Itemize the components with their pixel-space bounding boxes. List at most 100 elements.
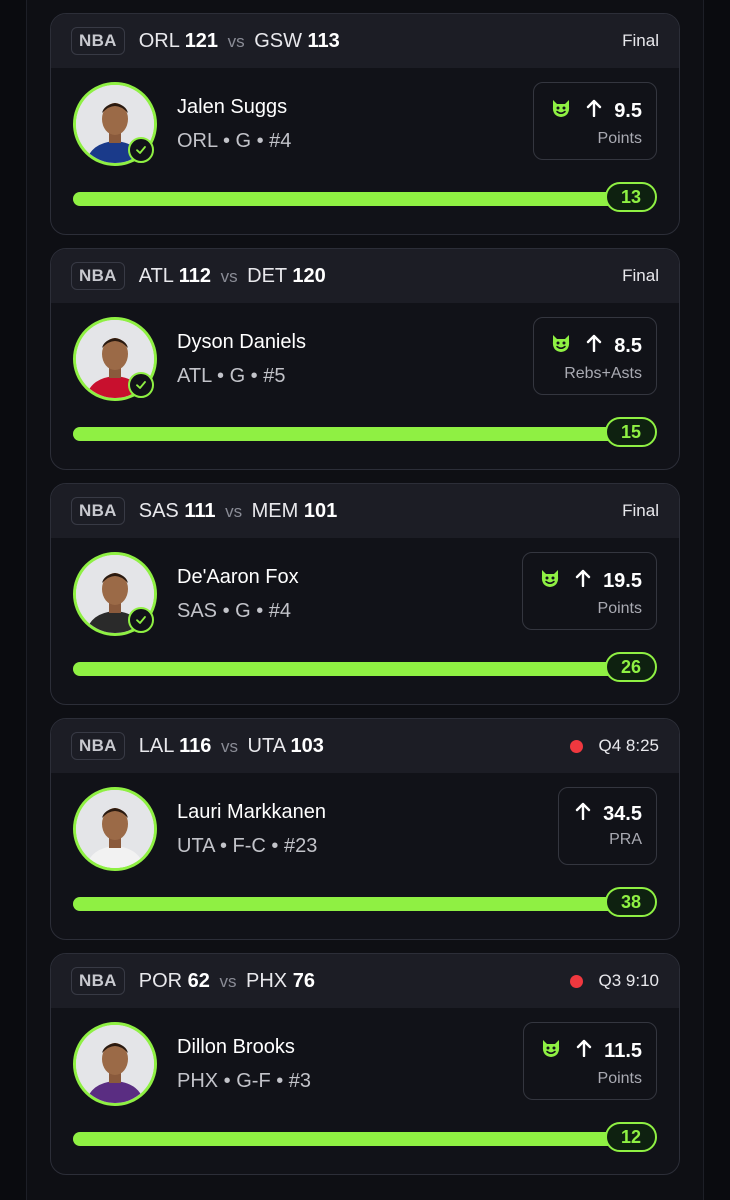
verified-check-icon xyxy=(128,137,154,163)
game-status-text: Final xyxy=(622,31,659,50)
left-edge xyxy=(0,0,27,1200)
arrow-up-icon xyxy=(575,569,591,593)
imp-face-icon xyxy=(550,97,572,125)
away-score: 116 xyxy=(179,734,212,757)
arrow-up-icon xyxy=(576,1039,592,1063)
arrow-up-icon xyxy=(586,99,602,123)
game-status-text: Final xyxy=(622,266,659,285)
prop-stat-type: PRA xyxy=(609,831,642,848)
away-team: POR xyxy=(138,969,183,992)
pick-card[interactable]: NBA POR 62 vs PHX 76 Q3 9:10 Dillon Broo… xyxy=(50,953,680,1175)
progress-fill xyxy=(73,427,629,441)
away-team: ORL xyxy=(138,29,180,52)
player-meta: UTA • F-C • #23 xyxy=(177,835,318,857)
game-status: Final xyxy=(622,266,659,286)
pick-card[interactable]: NBA ATL 112 vs DET 120 Final Dyson Danie… xyxy=(50,248,680,470)
imp-face-icon xyxy=(539,567,561,595)
player-headshot xyxy=(76,1025,154,1103)
pick-list: NBA ORL 121 vs GSW 113 Final Jalen Suggs… xyxy=(50,13,680,1188)
player-name[interactable]: Dillon Brooks xyxy=(177,1036,295,1059)
right-edge xyxy=(703,0,730,1200)
prop-stat-type: Points xyxy=(597,600,642,617)
prop-line-box[interactable]: 11.5 Points xyxy=(523,1022,657,1100)
away-score: 62 xyxy=(187,969,210,992)
progress-fill xyxy=(73,897,629,911)
pick-body: Dillon Brooks PHX • G-F • #3 11.5 Points… xyxy=(51,1008,679,1174)
pick-body: Lauri Markkanen UTA • F-C • #23 34.5 PRA… xyxy=(51,773,679,939)
player-headshot xyxy=(76,790,154,868)
imp-face-icon xyxy=(540,1037,562,1065)
game-status-text: Q3 9:10 xyxy=(598,971,660,990)
game-header: NBA LAL 116 vs UTA 103 Q4 8:25 xyxy=(51,719,679,773)
league-badge: NBA xyxy=(71,262,125,290)
player-meta: ATL • G • #5 xyxy=(177,365,286,387)
progress-track xyxy=(73,897,629,911)
pick-body: Dyson Daniels ATL • G • #5 8.5 Rebs+Asts… xyxy=(51,303,679,469)
home-team: GSW xyxy=(254,29,302,52)
game-status-text: Final xyxy=(622,501,659,520)
verified-check-icon xyxy=(128,372,154,398)
progress-fill xyxy=(73,662,629,676)
progress-track xyxy=(73,192,629,206)
pick-card[interactable]: NBA LAL 116 vs UTA 103 Q4 8:25 Lauri Mar… xyxy=(50,718,680,940)
away-score: 121 xyxy=(184,29,219,52)
prop-stat-type: Rebs+Asts xyxy=(564,365,642,382)
progress-track xyxy=(73,427,629,441)
player-meta: ORL • G • #4 xyxy=(177,130,292,152)
home-score: 120 xyxy=(292,264,326,287)
player-name[interactable]: De'Aaron Fox xyxy=(177,566,299,589)
prop-line-value: 9.5 xyxy=(614,99,642,122)
game-header: NBA ATL 112 vs DET 120 Final xyxy=(51,249,679,303)
league-badge: NBA xyxy=(71,497,125,525)
pick-card[interactable]: NBA ORL 121 vs GSW 113 Final Jalen Suggs… xyxy=(50,13,680,235)
vs-label: vs xyxy=(225,501,243,521)
pick-body: Jalen Suggs ORL • G • #4 9.5 Points 13 xyxy=(51,68,679,234)
progress-fill xyxy=(73,192,629,206)
prop-line-value: 11.5 xyxy=(604,1039,642,1062)
prop-line-box[interactable]: 34.5 PRA xyxy=(558,787,657,865)
player-avatar[interactable] xyxy=(73,787,157,871)
vs-label: vs xyxy=(220,266,238,286)
imp-face-icon xyxy=(550,332,572,360)
vs-label: vs xyxy=(227,31,245,51)
away-score: 112 xyxy=(178,264,212,287)
prop-line-value: 34.5 xyxy=(603,802,642,825)
pick-body: De'Aaron Fox SAS • G • #4 19.5 Points 26 xyxy=(51,538,679,704)
live-indicator-icon xyxy=(569,974,583,988)
home-team: MEM xyxy=(251,499,299,522)
player-name[interactable]: Jalen Suggs xyxy=(177,96,287,119)
game-status: Final xyxy=(622,501,659,521)
league-badge: NBA xyxy=(71,967,125,995)
player-avatar[interactable] xyxy=(73,1022,157,1106)
home-score: 76 xyxy=(292,969,315,992)
player-name[interactable]: Lauri Markkanen xyxy=(177,801,326,824)
home-score: 103 xyxy=(290,734,324,757)
game-status-text: Q4 8:25 xyxy=(598,736,660,755)
prop-line-box[interactable]: 9.5 Points xyxy=(533,82,657,160)
prop-line-box[interactable]: 8.5 Rebs+Asts xyxy=(533,317,657,395)
player-name[interactable]: Dyson Daniels xyxy=(177,331,306,354)
pick-card[interactable]: NBA SAS 111 vs MEM 101 Final De'Aaron Fo… xyxy=(50,483,680,705)
arrow-up-icon xyxy=(586,334,602,358)
result-value: 38 xyxy=(605,887,657,917)
league-badge: NBA xyxy=(71,27,125,55)
away-team: LAL xyxy=(138,734,174,757)
vs-label: vs xyxy=(219,971,237,991)
prop-stat-type: Points xyxy=(597,1070,642,1087)
game-score: LAL 116 vs UTA 103 xyxy=(139,735,324,758)
prop-line-box[interactable]: 19.5 Points xyxy=(522,552,657,630)
result-value: 15 xyxy=(605,417,657,447)
result-value: 26 xyxy=(605,652,657,682)
game-status: Q3 9:10 xyxy=(569,971,660,991)
home-score: 101 xyxy=(303,499,338,522)
progress-track xyxy=(73,1132,629,1146)
game-score: SAS 111 vs MEM 101 xyxy=(139,500,338,523)
prop-line-value: 19.5 xyxy=(603,569,642,592)
home-team: DET xyxy=(247,264,287,287)
game-header: NBA ORL 121 vs GSW 113 Final xyxy=(51,14,679,68)
home-team: UTA xyxy=(247,734,285,757)
away-team: SAS xyxy=(138,499,179,522)
game-status: Final xyxy=(622,31,659,51)
game-score: ATL 112 vs DET 120 xyxy=(139,265,326,288)
result-value: 13 xyxy=(605,182,657,212)
